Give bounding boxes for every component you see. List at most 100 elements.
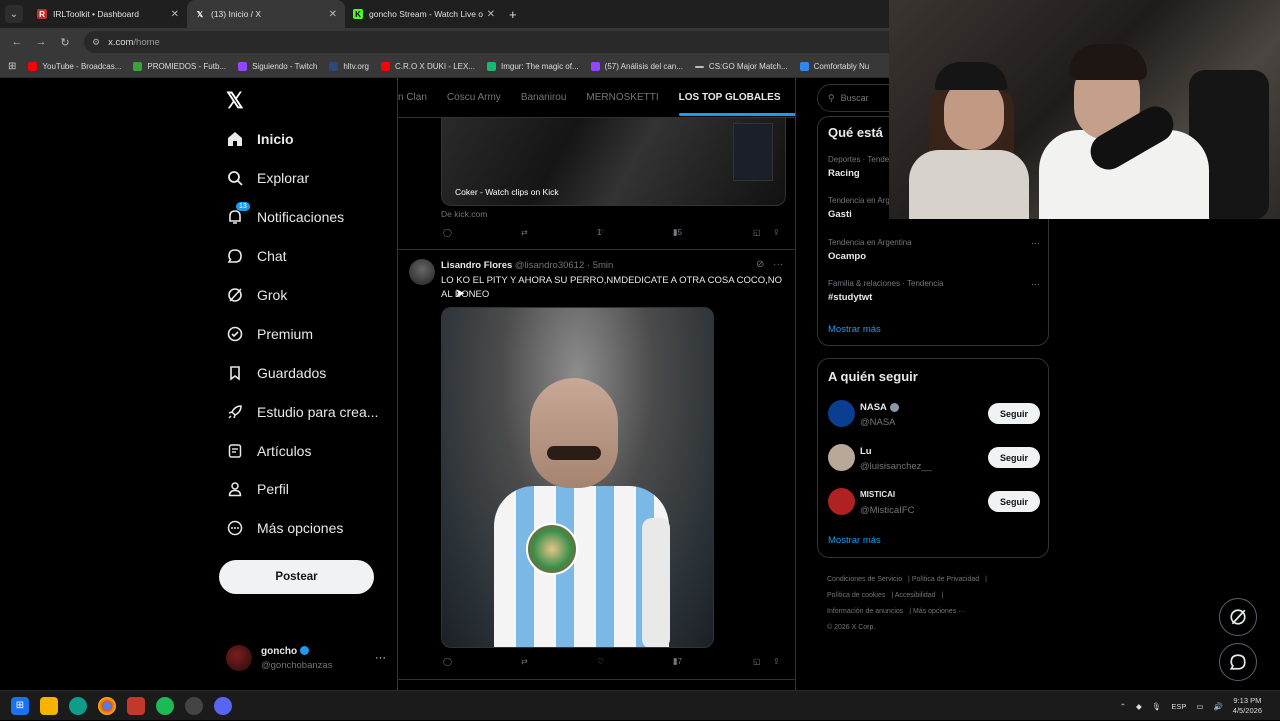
more-horizontal-icon[interactable]: ··· xyxy=(1031,238,1040,248)
tab-list[interactable]: Bananirou xyxy=(521,92,567,103)
sidebar-item-premium[interactable]: Premium xyxy=(226,325,313,343)
bookmark-item[interactable]: CS:GO Major Match... xyxy=(694,62,788,71)
sidebar-item-notificaciones[interactable]: 13 Notificaciones xyxy=(226,202,344,226)
app-icon[interactable] xyxy=(127,696,145,715)
heart-icon[interactable]: ♡ xyxy=(597,657,604,666)
tab-list[interactable]: Coscu Army xyxy=(447,92,501,103)
chevron-up-icon[interactable]: ⌃ xyxy=(1120,702,1126,711)
more-horizontal-icon[interactable]: ··· xyxy=(1031,279,1040,289)
show-more-link[interactable]: Mostrar más xyxy=(828,324,881,335)
tab-list[interactable]: n Clan xyxy=(398,92,427,103)
apps-icon[interactable]: ⊞ xyxy=(8,61,16,72)
volume-icon[interactable]: 🔊 xyxy=(1213,702,1222,711)
link-card-image[interactable]: Coker - Watch clips on Kick xyxy=(441,118,786,206)
follow-button[interactable]: Seguir xyxy=(988,403,1040,424)
bookmark-icon[interactable]: ◱ xyxy=(753,228,761,237)
chat-icon xyxy=(1229,654,1246,670)
back-icon[interactable]: ← xyxy=(10,36,24,48)
new-tab-button[interactable]: + xyxy=(509,7,517,22)
browser-tab-kick[interactable]: K goncho Stream - Watch Live on ✕ xyxy=(345,0,503,28)
grok-float-button[interactable] xyxy=(1219,598,1257,636)
bookmark-item[interactable]: Siguiendo - Twitch xyxy=(238,62,317,71)
bookmark-icon[interactable]: ◱ xyxy=(753,657,761,666)
sidebar-item-chat[interactable]: Chat xyxy=(226,247,287,265)
follow-suggestion[interactable]: MISTICAI @MisticaIFC Seguir xyxy=(828,488,1040,518)
file-explorer-icon[interactable] xyxy=(40,696,58,715)
follow-button[interactable]: Seguir xyxy=(988,491,1040,512)
close-icon[interactable]: ✕ xyxy=(171,9,179,20)
messages-float-button[interactable] xyxy=(1219,643,1257,681)
tweet-author-handle[interactable]: @lisandro30612 xyxy=(515,260,584,271)
footer-link[interactable]: Accesibilidad xyxy=(895,592,936,599)
sidebar-item-articulos[interactable]: Artículos xyxy=(226,442,311,460)
tab-search-button[interactable]: ⌄ xyxy=(5,5,23,23)
footer-link[interactable]: Condiciones de Servicio xyxy=(827,576,902,583)
reply-icon[interactable]: ◯ xyxy=(443,228,452,237)
sidebar-item-label: Guardados xyxy=(257,365,327,381)
follow-name: MISTICAI xyxy=(860,490,896,499)
bookmark-item[interactable]: PROMIEDOS - Futb... xyxy=(133,62,226,71)
share-icon[interactable]: ⇪ xyxy=(773,228,780,237)
site-info-icon[interactable]: ⚙ xyxy=(92,37,100,48)
network-icon[interactable]: ◆ xyxy=(1136,702,1142,711)
chrome-icon[interactable] xyxy=(98,696,116,715)
account-switcher[interactable]: goncho @gonchobanzas ··· xyxy=(226,640,386,676)
follow-suggestion[interactable]: NASA @NASA Seguir xyxy=(828,400,1040,430)
link-card-source[interactable]: De kick.com xyxy=(441,209,487,219)
trend-item[interactable]: Tendencia en Argentina Ocampo ··· xyxy=(828,238,1040,262)
browser-tab-irltoolkit[interactable]: R IRLToolkit • Dashboard ✕ xyxy=(29,0,187,28)
bookmark-item[interactable]: (57) Análisis del can... xyxy=(590,62,683,71)
discord-icon[interactable] xyxy=(214,696,232,715)
more-horizontal-icon[interactable]: ··· xyxy=(375,652,386,664)
sidebar-item-explorar[interactable]: Explorar xyxy=(226,169,309,187)
tweet-time[interactable]: · 5min xyxy=(587,260,613,271)
tab-list[interactable]: MERNOSKETTI xyxy=(586,92,658,103)
microphone-icon[interactable]: 🎙 xyxy=(1152,702,1162,711)
repost-icon[interactable]: ⇄ xyxy=(521,228,528,237)
bookmark-item[interactable]: YouTube - Broadcas... xyxy=(28,62,121,71)
language-indicator[interactable]: ESP xyxy=(1171,702,1186,711)
edge-icon[interactable] xyxy=(69,696,87,715)
x-logo-icon[interactable]: 𝕏 xyxy=(226,88,244,114)
steam-icon[interactable] xyxy=(185,696,203,715)
windows-start-icon[interactable]: ⊞ xyxy=(11,696,29,715)
sidebar-item-perfil[interactable]: Perfil xyxy=(226,480,289,498)
post-button[interactable]: Postear xyxy=(219,560,374,594)
footer-link[interactable]: Política de cookies xyxy=(827,592,885,599)
follow-button[interactable]: Seguir xyxy=(988,447,1040,468)
bookmark-item[interactable]: Imgur: The magic of... xyxy=(486,62,579,71)
clock[interactable]: 9:13 PM 4/5/2026 xyxy=(1233,696,1262,716)
sidebar-item-mas-opciones[interactable]: Más opciones xyxy=(226,519,343,537)
url-input[interactable]: ⚙ x.com/home xyxy=(84,31,954,53)
reload-icon[interactable]: ↻ xyxy=(58,36,72,49)
tweet-author-name[interactable]: Lisandro Flores xyxy=(441,260,512,271)
footer-link[interactable]: Más opciones ··· xyxy=(913,608,965,615)
grok-icon[interactable]: ⊘ xyxy=(756,259,764,270)
sidebar-item-grok[interactable]: Grok xyxy=(226,286,287,304)
sidebar-item-estudio[interactable]: Estudio para crea... xyxy=(226,403,378,421)
sidebar-item-inicio[interactable]: Inicio xyxy=(226,130,294,148)
footer-link[interactable]: Información de anuncios xyxy=(827,608,903,615)
display-icon[interactable]: ▭ xyxy=(1196,702,1203,711)
bookmark-item[interactable]: C.R.O X DUKI - LEX... xyxy=(380,62,475,71)
avatar[interactable] xyxy=(409,259,435,285)
sidebar-item-guardados[interactable]: Guardados xyxy=(226,364,326,382)
tweet-image[interactable] xyxy=(441,307,714,648)
footer-link[interactable]: Política de Privacidad xyxy=(912,576,979,583)
repost-icon[interactable]: ⇄ xyxy=(521,657,528,666)
reply-icon[interactable]: ◯ xyxy=(443,657,452,666)
bookmark-item[interactable]: Comfortably Nu xyxy=(799,62,869,71)
more-horizontal-icon[interactable]: ··· xyxy=(773,259,783,270)
spotify-icon[interactable] xyxy=(156,696,174,715)
share-icon[interactable]: ⇪ xyxy=(773,657,780,666)
forward-icon[interactable]: → xyxy=(34,36,48,48)
close-icon[interactable]: ✕ xyxy=(487,9,495,20)
show-more-link[interactable]: Mostrar más xyxy=(828,535,881,546)
tab-list-active[interactable]: LOS TOP GLOBALES ⌵ xyxy=(678,92,795,116)
trend-item[interactable]: Familia & relaciones · Tendencia #studyt… xyxy=(828,279,1040,303)
follow-suggestion[interactable]: Lu @luisisanchez__ Seguir xyxy=(828,444,1040,474)
close-icon[interactable]: ✕ xyxy=(329,9,337,20)
browser-tab-x[interactable]: 𝕏 (13) Inicio / X ✕ xyxy=(187,0,345,28)
bookmark-item[interactable]: hltv.org xyxy=(329,62,369,71)
sidebar-item-label: Estudio para crea... xyxy=(257,404,379,420)
